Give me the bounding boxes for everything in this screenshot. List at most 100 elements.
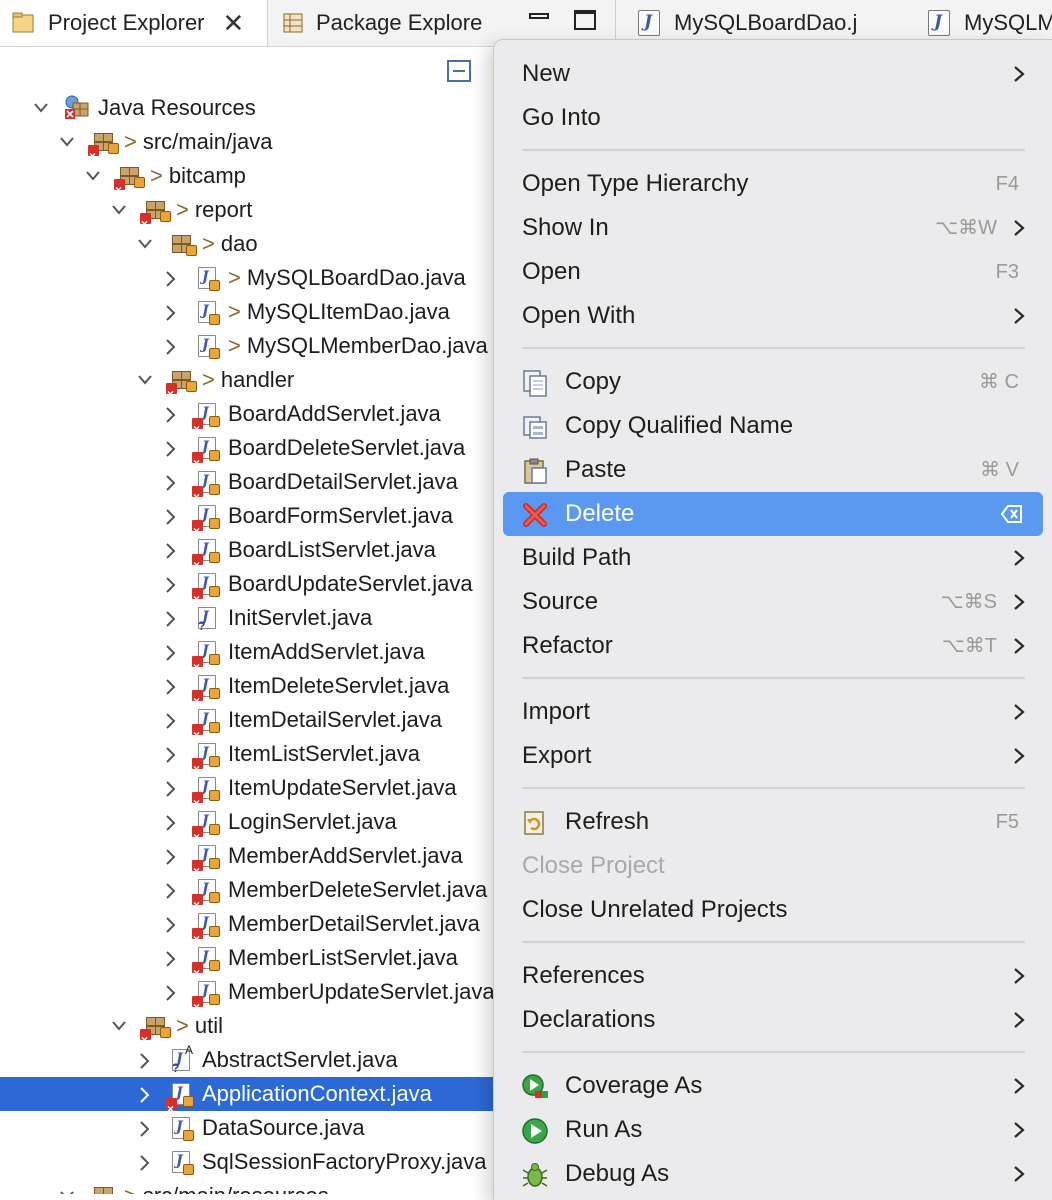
menu-item-label: Copy [565,368,622,395]
chevron-right-icon[interactable] [162,397,180,431]
chevron-down-icon[interactable] [136,227,154,261]
collapse-all-icon[interactable] [447,60,471,82]
tree-item-file[interactable]: >MySQLMemberDao.java [0,329,500,363]
menu-item-paste[interactable]: Paste ⌘ V [503,448,1043,492]
menu-item-open[interactable]: Open F3 [503,250,1043,294]
chevron-right-icon[interactable] [136,1145,154,1179]
menu-item-open-with[interactable]: Open With [503,294,1043,338]
tree-item-file[interactable]: BoardDeleteServlet.java [0,431,500,480]
tab-project-explorer[interactable]: Project Explorer ✕ [0,0,268,46]
tree-item-util[interactable]: >util [0,1009,500,1057]
chevron-right-icon[interactable] [162,907,180,941]
maximize-icon[interactable] [574,10,596,30]
close-icon[interactable]: ✕ [223,10,245,36]
tree-item-dao[interactable]: > dao [0,227,500,261]
chevron-right-icon[interactable] [162,737,180,771]
chevron-right-icon[interactable] [162,601,180,635]
menu-item-show-in[interactable]: Show In ⌥⌘W [503,206,1043,250]
chevron-down-icon[interactable] [58,1179,76,1194]
tree-item-label: BoardListServlet.java [228,537,436,562]
chevron-down-icon[interactable] [110,1009,128,1043]
minimize-icon[interactable] [529,10,551,30]
menu-item-build-path[interactable]: Build Path [503,536,1043,580]
menu-item-new[interactable]: New [503,52,1043,96]
chevron-right-icon[interactable] [162,975,180,1009]
chevron-right-icon[interactable] [162,941,180,975]
tree-item-src-main-java[interactable]: >src/main/java [0,125,500,173]
tree-item-file[interactable]: BoardUpdateServlet.java [0,567,500,616]
menu-item-import[interactable]: Import [503,690,1043,734]
tree-item-file[interactable]: >MySQLItemDao.java [0,295,500,329]
menu-item-source[interactable]: Source ⌥⌘S [503,580,1043,624]
tree-item-file[interactable]: >MySQLBoardDao.java [0,261,500,295]
chevron-right-icon[interactable] [162,261,180,295]
menu-item-export[interactable]: Export [503,734,1043,778]
tree-item-bitcamp[interactable]: >bitcamp [0,159,500,207]
menu-item-debug-as[interactable]: Debug As [503,1152,1043,1196]
tree-item-file[interactable]: MemberDetailServlet.java [0,907,500,956]
menu-item-run-as[interactable]: Run As [503,1108,1043,1152]
chevron-right-icon[interactable] [162,771,180,805]
chevron-right-icon[interactable] [162,431,180,465]
chevron-right-icon[interactable] [162,839,180,873]
tree-item-file[interactable]: MemberUpdateServlet.java [0,975,500,1024]
tree-item-file[interactable]: MemberAddServlet.java [0,839,500,888]
chevron-right-icon[interactable] [162,669,180,703]
tree-item-file[interactable]: LoginServlet.java [0,805,500,854]
tree-item-file[interactable]: MemberDeleteServlet.java [0,873,500,922]
menu-item-refactor[interactable]: Refactor ⌥⌘T [503,624,1043,668]
menu-item-open-type-hierarchy[interactable]: Open Type Hierarchy F4 [503,162,1043,206]
chevron-right-icon[interactable] [162,635,180,669]
tree-item-file[interactable]: ?InitServlet.java [0,601,500,635]
tab-package-explorer[interactable]: Package Explore [268,0,518,46]
tree-item-file[interactable]: ItemListServlet.java [0,737,500,786]
tree-item-report[interactable]: >report [0,193,500,241]
tree-item-file[interactable]: ApplicationContext.java [0,1077,500,1126]
tree-item-java-resources[interactable]: Java Resources [0,91,500,125]
tree-item-src-main-resources[interactable]: > src/main/resources [0,1179,500,1194]
chevron-right-icon[interactable] [162,465,180,499]
chevron-right-icon[interactable] [162,295,180,329]
tree-item-file[interactable]: ItemDeleteServlet.java [0,669,500,718]
menu-item-label: Open With [522,302,636,329]
tree-item-file[interactable]: ItemAddServlet.java [0,635,500,684]
menu-item-copy[interactable]: Copy ⌘ C [503,360,1043,404]
tree-item-file[interactable]: ?AAbstractServlet.java [0,1043,500,1077]
tree-item-file[interactable]: BoardListServlet.java [0,533,500,582]
tree-item-file[interactable]: SqlSessionFactoryProxy.java [0,1145,500,1179]
menu-item-declarations[interactable]: Declarations [503,998,1043,1042]
menu-item-delete[interactable]: Delete [503,492,1043,536]
tree-item-file[interactable]: BoardDetailServlet.java [0,465,500,514]
menu-item-coverage-as[interactable]: Coverage As [503,1064,1043,1108]
outgoing-change-marker: > [202,367,215,392]
tree-item-file[interactable]: BoardFormServlet.java [0,499,500,548]
chevron-right-icon[interactable] [162,533,180,567]
tree-item-handler[interactable]: >handler [0,363,500,411]
chevron-right-icon[interactable] [136,1111,154,1145]
menu-item-refresh[interactable]: Refresh F5 [503,800,1043,844]
menu-item-copy-qualified-name[interactable]: Copy Qualified Name [503,404,1043,448]
tree-item-file[interactable]: MemberListServlet.java [0,941,500,990]
chevron-down-icon[interactable] [84,159,102,193]
menu-separator [522,347,1025,349]
tree-item-file[interactable]: DataSource.java [0,1111,500,1145]
chevron-down-icon[interactable] [136,363,154,397]
chevron-right-icon[interactable] [162,703,180,737]
menu-item-go-into[interactable]: Go Into [503,96,1043,140]
chevron-down-icon[interactable] [110,193,128,227]
chevron-right-icon[interactable] [136,1077,154,1111]
tree-item-file[interactable]: ItemUpdateServlet.java [0,771,500,820]
chevron-right-icon[interactable] [162,499,180,533]
menu-item-close-unrelated-projects[interactable]: Close Unrelated Projects [503,888,1043,932]
chevron-right-icon[interactable] [162,805,180,839]
tree-item-label: ItemDetailServlet.java [228,707,442,732]
menu-item-references[interactable]: References [503,954,1043,998]
chevron-right-icon[interactable] [162,873,180,907]
tree-item-file[interactable]: BoardAddServlet.java [0,397,500,446]
chevron-down-icon[interactable] [58,125,76,159]
chevron-right-icon[interactable] [162,567,180,601]
chevron-right-icon[interactable] [136,1043,154,1077]
tree-item-file[interactable]: ItemDetailServlet.java [0,703,500,752]
chevron-right-icon[interactable] [162,329,180,363]
chevron-down-icon[interactable] [32,91,50,125]
